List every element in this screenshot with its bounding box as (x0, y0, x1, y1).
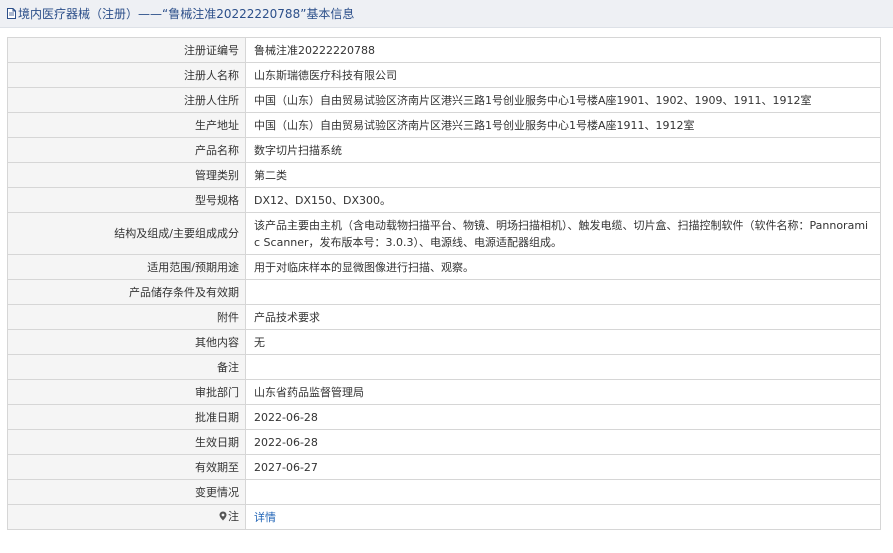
field-value: 2027-06-27 (245, 454, 881, 480)
table-row: 批准日期 2022-06-28 (7, 404, 881, 430)
document-icon (7, 8, 16, 19)
page-header: 境内医疗器械（注册）——“鲁械注准20222220788”基本信息 (0, 0, 893, 28)
field-value: DX12、DX150、DX300。 (245, 187, 881, 213)
table-row: 其他内容无 (7, 329, 881, 355)
table-row: 管理类别 第二类 (7, 162, 881, 188)
note-label-cell: 注 (7, 504, 246, 530)
field-label: 注册证编号 (7, 37, 246, 63)
table-row: 变更情况 (7, 479, 881, 505)
field-value: 中国（山东）自由贸易试验区济南片区港兴三路1号创业服务中心1号楼A座1901、1… (245, 87, 881, 113)
field-label: 生产地址 (7, 112, 246, 138)
note-label: 注 (228, 510, 239, 523)
table-row: 结构及组成/主要组成成分 该产品主要由主机（含电动载物扫描平台、物镜、明场扫描相机… (7, 212, 881, 255)
field-label: 管理类别 (7, 162, 246, 188)
field-value (245, 279, 881, 305)
field-value: 2022-06-28 (245, 429, 881, 455)
field-label: 适用范围/预期用途 (7, 254, 246, 280)
table-row: 有效期至 2027-06-27 (7, 454, 881, 480)
field-label: 产品储存条件及有效期 (7, 279, 246, 305)
field-label: 结构及组成/主要组成成分 (7, 212, 246, 255)
table-row: 注册人住所 中国（山东）自由贸易试验区济南片区港兴三路1号创业服务中心1号楼A座1… (7, 87, 881, 113)
table-row: 产品名称 数字切片扫描系统 (7, 137, 881, 163)
table-row: 审批部门 山东省药品监督管理局 (7, 379, 881, 405)
field-value: 产品技术要求 (245, 304, 881, 330)
note-value-cell: 详情 (245, 504, 881, 530)
field-value: 数字切片扫描系统 (245, 137, 881, 163)
field-value (245, 354, 881, 380)
table-row: 生效日期 2022-06-28 (7, 429, 881, 455)
table-row: 附件 产品技术要求 (7, 304, 881, 330)
field-value: 中国（山东）自由贸易试验区济南片区港兴三路1号创业服务中心1号楼A座1911、1… (245, 112, 881, 138)
field-value: 用于对临床样本的显微图像进行扫描、观察。 (245, 254, 881, 280)
field-label: 有效期至 (7, 454, 246, 480)
field-value: 山东斯瑞德医疗科技有限公司 (245, 62, 881, 88)
field-label: 备注 (7, 354, 246, 380)
note-row: 注 详情 (7, 504, 881, 530)
field-value: 第二类 (245, 162, 881, 188)
pin-icon (219, 510, 227, 525)
field-label: 生效日期 (7, 429, 246, 455)
details-link[interactable]: 详情 (254, 511, 276, 524)
field-label: 型号规格 (7, 187, 246, 213)
field-value (245, 479, 881, 505)
field-value: 该产品主要由主机（含电动载物扫描平台、物镜、明场扫描相机）、触发电缆、切片盒、扫… (245, 212, 881, 255)
field-label: 审批部门 (7, 379, 246, 405)
field-label: 其他内容 (7, 329, 246, 355)
field-label: 注册人住所 (7, 87, 246, 113)
table-row: 型号规格 DX12、DX150、DX300。 (7, 187, 881, 213)
field-label: 批准日期 (7, 404, 246, 430)
field-label: 附件 (7, 304, 246, 330)
field-label: 产品名称 (7, 137, 246, 163)
table-row: 注册人名称 山东斯瑞德医疗科技有限公司 (7, 62, 881, 88)
info-table: 注册证编号 鲁械注准20222220788 注册人名称 山东斯瑞德医疗科技有限公司 注册… (7, 37, 881, 530)
field-value: 山东省药品监督管理局 (245, 379, 881, 405)
page-title: 境内医疗器械（注册）——“鲁械注准20222220788”基本信息 (18, 7, 355, 21)
table-row: 备注 (7, 354, 881, 380)
table-row: 生产地址 中国（山东）自由贸易试验区济南片区港兴三路1号创业服务中心1号楼A座19… (7, 112, 881, 138)
field-value: 鲁械注准20222220788 (245, 37, 881, 63)
field-value: 2022-06-28 (245, 404, 881, 430)
field-label: 注册人名称 (7, 62, 246, 88)
table-row: 适用范围/预期用途 用于对临床样本的显微图像进行扫描、观察。 (7, 254, 881, 280)
table-row: 注册证编号 鲁械注准20222220788 (7, 37, 881, 63)
field-label: 变更情况 (7, 479, 246, 505)
field-value: 无 (245, 329, 881, 355)
table-row: 产品储存条件及有效期 (7, 279, 881, 305)
